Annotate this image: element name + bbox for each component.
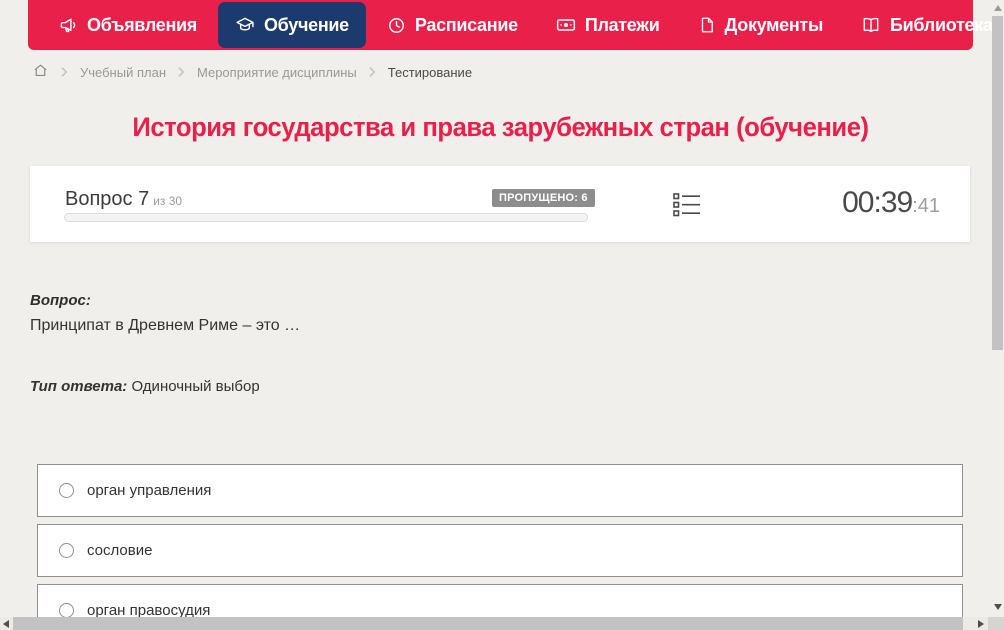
breadcrumb-testing: Тестирование [387,64,473,80]
document-icon [698,16,716,34]
question-label: Вопрос: [30,292,91,309]
timer-seconds: :41 [912,195,940,217]
clock-icon [387,16,406,35]
banknote-icon [556,15,576,35]
page-title: История государства и права зарубежных с… [131,112,869,142]
answer-type: Тип ответа: Одиночный выбор [30,378,260,395]
answer-option-label: сословие [87,542,153,559]
nav-item-library[interactable]: Библиотека [844,2,1004,48]
lms-test-screen: Объявления Обучение Расписание Платежи Д… [0,0,1004,630]
nav-item-documents[interactable]: Документы [681,2,841,48]
scroll-right-icon[interactable] [978,620,984,628]
nav-item-label: Документы [724,14,824,35]
megaphone-icon [59,16,78,35]
book-icon [861,15,881,35]
scroll-up-icon[interactable] [994,5,1002,11]
nav-item-schedule[interactable]: Расписание [370,2,535,48]
nav-item-label: Расписание [414,14,518,35]
graduation-cap-icon [235,15,255,35]
nav-item-label: Объявления [87,14,197,35]
chevron-right-icon [177,66,186,78]
nav-item-label: Платежи [584,14,660,35]
nav-item-label: Обучение [263,14,349,35]
radio-button[interactable] [59,603,74,618]
chevron-right-icon [368,66,377,78]
home-icon[interactable] [32,62,49,82]
vertical-scrollbar-thumb[interactable] [992,16,1003,350]
timer: 00:39:41 [842,186,940,220]
nav-item-label: Библиотека [890,14,993,35]
question-text: Принципат в Древнем Риме – это … [30,317,301,334]
answer-option-2[interactable]: сословие [37,524,963,577]
answer-options: орган управления сословие орган правосуд… [37,464,963,630]
horizontal-scrollbar-thumb[interactable] [13,617,963,630]
scrollbar-corner [988,617,1004,630]
nav-item-announcements[interactable]: Объявления [42,2,214,48]
progress-bar [64,213,588,222]
question-number: Вопрос 7 из 30 [65,188,183,210]
vertical-scrollbar[interactable] [990,0,1004,617]
radio-button[interactable] [59,483,74,498]
answer-option-label: орган управления [87,482,212,499]
breadcrumb-discipline-event[interactable]: Мероприятие дисциплины [197,65,357,80]
main-nav: Объявления Обучение Расписание Платежи Д… [28,0,1004,50]
radio-button[interactable] [59,543,74,558]
question-header-panel: Вопрос 7 из 30 ПРОПУЩЕНО: 6 00:39:41 [30,166,970,242]
scroll-down-icon[interactable] [994,604,1002,610]
timer-minutes: 00:39 [842,186,913,219]
nav-item-payments[interactable]: Платежи [539,2,677,48]
scroll-left-icon[interactable] [3,620,9,628]
chevron-right-icon [60,66,69,78]
horizontal-scrollbar[interactable] [0,617,988,630]
question-count: из 30 [153,194,183,208]
answer-type-value: Одиночный выбор [131,378,260,395]
breadcrumb: Учебный план Мероприятие дисциплины Тест… [32,62,472,82]
skipped-badge: ПРОПУЩЕНО: 6 [492,189,595,207]
nav-item-learning[interactable]: Обучение [217,2,366,48]
breadcrumb-study-plan[interactable]: Учебный план [80,65,166,80]
answer-type-label: Тип ответа: [30,378,128,395]
answer-option-1[interactable]: орган управления [37,464,963,517]
question-list-icon[interactable] [672,191,702,219]
